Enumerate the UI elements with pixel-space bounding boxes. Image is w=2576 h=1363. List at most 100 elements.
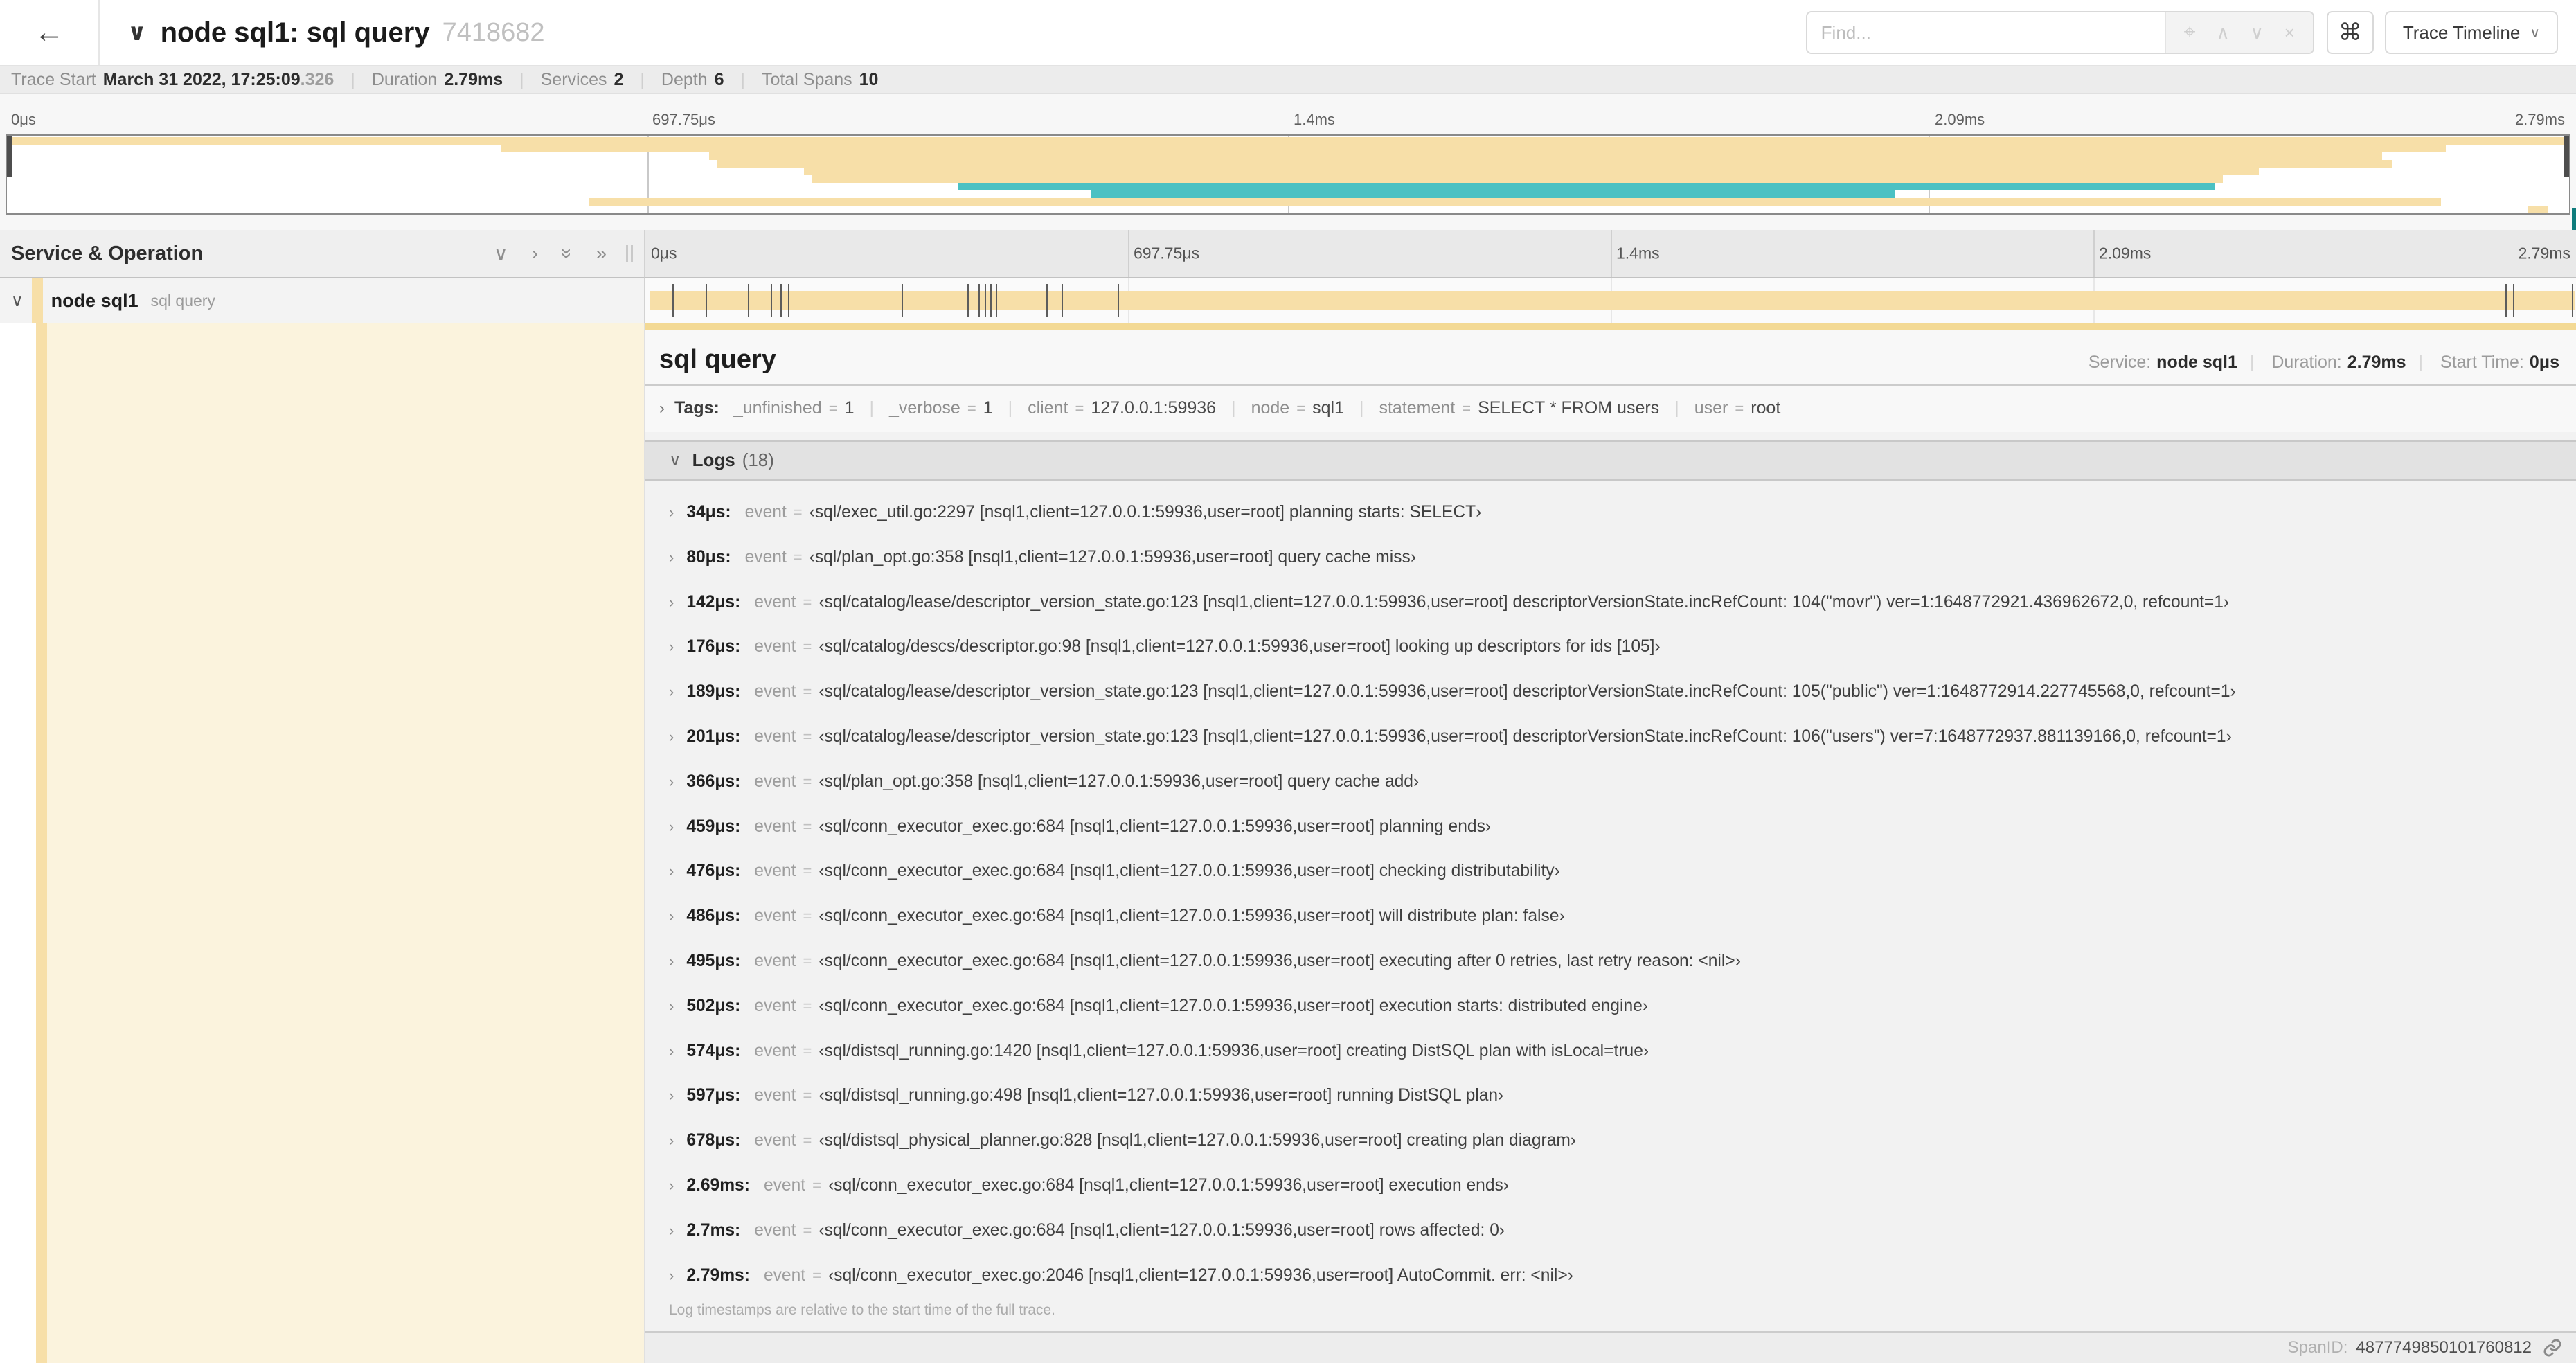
chevron-right-icon[interactable]: › (669, 728, 674, 746)
tag-item: node = sql1 (1216, 398, 1344, 418)
chevron-right-icon[interactable]: › (669, 862, 674, 880)
logs-label: Logs (692, 449, 735, 471)
log-entry[interactable]: › 495μs: event = ‹sql/conn_executor_exec… (645, 939, 2576, 984)
log-list: › 34μs: event = ‹sql/exec_util.go:2297 [… (645, 481, 2576, 1298)
log-marker-tick (2571, 284, 2573, 317)
log-marker-tick (747, 284, 749, 317)
log-entry[interactable]: › 597μs: event = ‹sql/distsql_running.go… (645, 1074, 2576, 1119)
expand-one-icon[interactable]: › (532, 242, 538, 265)
chevron-right-icon[interactable]: › (669, 594, 674, 612)
chevron-right-icon[interactable]: › (669, 818, 674, 836)
focus-target-icon[interactable]: ⌖ (2184, 21, 2196, 44)
collapse-one-icon[interactable]: ∨ (494, 242, 508, 265)
log-entry[interactable]: › 2.79ms: event = ‹sql/conn_executor_exe… (645, 1253, 2576, 1298)
chevron-right-icon[interactable]: › (669, 504, 674, 522)
tag-item: user = root (1659, 398, 1781, 418)
chevron-right-icon[interactable]: › (669, 1087, 674, 1105)
chevron-right-icon[interactable]: › (669, 638, 674, 656)
chevron-right-icon[interactable]: › (669, 1132, 674, 1150)
log-entry[interactable]: › 34μs: event = ‹sql/exec_util.go:2297 [… (645, 490, 2576, 535)
ruler-tick-label: 1.4ms (1616, 244, 1660, 262)
find-clear-icon[interactable]: × (2284, 22, 2295, 44)
ruler-tick-label: 697.75μs (652, 111, 715, 128)
keyboard-shortcuts-button[interactable]: ⌘ (2326, 11, 2374, 54)
log-entry[interactable]: › 189μs: event = ‹sql/catalog/lease/desc… (645, 670, 2576, 715)
tag-item: _unfinished = 1 (733, 398, 855, 418)
logs-header[interactable]: ∨ Logs (18) (645, 440, 2576, 481)
trace-summary-bar: Trace Start March 31 2022, 17:25:09 .326… (0, 66, 2576, 94)
ruler-gridline (1128, 230, 1129, 277)
trace-id: 7418682 (442, 17, 545, 47)
chevron-right-icon[interactable]: › (669, 952, 674, 970)
detail-left-highlight (47, 323, 644, 1363)
log-entry[interactable]: › 80μs: event = ‹sql/plan_opt.go:358 [ns… (645, 535, 2576, 580)
chevron-right-icon[interactable]: › (669, 773, 674, 791)
chevron-right-icon[interactable]: › (669, 997, 674, 1015)
chevron-right-icon[interactable]: › (669, 907, 674, 925)
log-marker-tick (2505, 284, 2507, 317)
back-arrow-icon: ← (34, 15, 64, 49)
chevron-right-icon[interactable]: › (669, 1222, 674, 1240)
collapse-all-icon[interactable]: » (556, 248, 578, 259)
trace-view-selector[interactable]: Trace Timeline ∨ (2384, 11, 2558, 54)
log-entry[interactable]: › 678μs: event = ‹sql/distsql_physical_p… (645, 1119, 2576, 1164)
log-entry[interactable]: › 486μs: event = ‹sql/conn_executor_exec… (645, 894, 2576, 939)
minimap-left-drag-handle[interactable] (7, 136, 12, 177)
log-entry[interactable]: › 476μs: event = ‹sql/conn_executor_exec… (645, 849, 2576, 894)
service-operation-header: Service & Operation ∨ › » » (0, 230, 645, 278)
log-marker-tick (1061, 284, 1063, 317)
page-title: node sql1: sql query (160, 17, 430, 48)
chevron-right-icon[interactable]: › (669, 549, 674, 567)
log-entry[interactable]: › 2.7ms: event = ‹sql/conn_executor_exec… (645, 1208, 2576, 1253)
find-prev-icon[interactable]: ∧ (2217, 22, 2230, 44)
link-icon[interactable] (2543, 1338, 2562, 1357)
tag-item: _verbose = 1 (854, 398, 993, 418)
chevron-right-icon[interactable]: › (659, 399, 665, 418)
back-button[interactable]: ← (0, 0, 100, 65)
ruler-gridline (2093, 230, 2095, 277)
span-row[interactable]: ∨ node sql1 sql query (0, 278, 2576, 323)
minimap-ruler: 0μs 697.75μs 1.4ms 2.09ms 2.79ms (6, 94, 2570, 133)
expand-all-icon[interactable]: » (596, 242, 607, 265)
chevron-right-icon[interactable]: › (669, 1267, 674, 1285)
collapse-trace-chevron-icon[interactable]: ∨ (127, 19, 147, 46)
find-input[interactable] (1807, 12, 2165, 53)
log-marker-tick (967, 284, 969, 317)
log-entry[interactable]: › 366μs: event = ‹sql/plan_opt.go:358 [n… (645, 759, 2576, 804)
trace-summary-item: Depth 6 (623, 70, 724, 90)
span-row-timeline-cell[interactable] (645, 278, 2576, 323)
trace-page: ← ∨ node sql1: sql query 7418682 ⌖ ∧ ∨ ×… (0, 0, 2576, 1363)
log-entry[interactable]: › 142μs: event = ‹sql/catalog/lease/desc… (645, 580, 2576, 625)
tags-row[interactable]: › Tags: _unfinished = 1 _verbose = 1 cli… (645, 386, 2576, 432)
title-bar: ← ∨ node sql1: sql query 7418682 ⌖ ∧ ∨ ×… (0, 0, 2576, 66)
log-entry[interactable]: › 459μs: event = ‹sql/conn_executor_exec… (645, 804, 2576, 849)
chevron-right-icon[interactable]: › (669, 683, 674, 701)
log-entry[interactable]: › 176μs: event = ‹sql/catalog/descs/desc… (645, 625, 2576, 670)
ruler-tick-label: 697.75μs (1134, 244, 1200, 262)
find-next-icon[interactable]: ∨ (2251, 22, 2264, 44)
timeline-minimap[interactable] (6, 134, 2570, 215)
chevron-right-icon[interactable]: › (669, 1042, 674, 1060)
minimap-span-bar (501, 145, 2447, 152)
log-entry[interactable]: › 502μs: event = ‹sql/conn_executor_exec… (645, 983, 2576, 1028)
chevron-right-icon[interactable]: › (669, 1177, 674, 1195)
chevron-down-icon[interactable]: ∨ (669, 450, 681, 470)
log-entry[interactable]: › 201μs: event = ‹sql/catalog/lease/desc… (645, 715, 2576, 760)
column-resize-grip[interactable] (626, 245, 633, 262)
trace-summary-item: Duration 2.79ms (334, 70, 503, 90)
ruler-tick-label: 1.4ms (1294, 111, 1335, 128)
span-color-stripe (36, 323, 47, 1363)
span-service-name: node sql1 (51, 289, 138, 311)
minimap-span-bar (803, 168, 2260, 175)
span-collapse-chevron-icon[interactable]: ∨ (11, 291, 24, 311)
trace-summary-item: Total Spans 10 (724, 70, 878, 90)
ruler-tick-label: 2.79ms (2514, 111, 2565, 128)
log-marker-tick (705, 284, 707, 317)
minimap-span-bar (957, 183, 2216, 190)
log-entry[interactable]: › 2.69ms: event = ‹sql/conn_executor_exe… (645, 1164, 2576, 1209)
span-duration-bar[interactable] (650, 284, 2575, 317)
span-row-name-cell[interactable]: ∨ node sql1 sql query (0, 278, 645, 323)
tags-label: Tags: (674, 398, 719, 418)
log-entry[interactable]: › 574μs: event = ‹sql/distsql_running.go… (645, 1028, 2576, 1074)
minimap-right-drag-handle[interactable] (2564, 136, 2569, 177)
